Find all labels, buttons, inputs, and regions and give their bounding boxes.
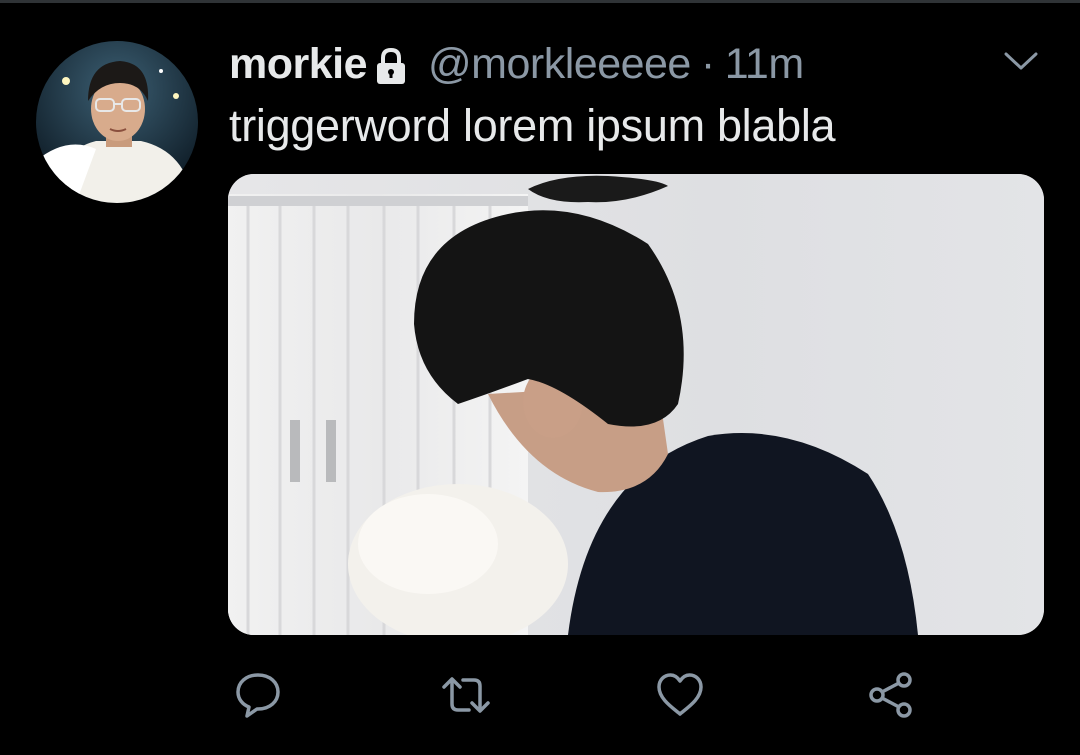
separator-dot: · xyxy=(700,39,715,88)
tweet-media-image[interactable] xyxy=(228,174,1044,635)
avatar[interactable] xyxy=(36,41,198,203)
retweet-button[interactable] xyxy=(441,670,491,720)
share-button[interactable] xyxy=(866,670,916,720)
display-name[interactable]: morkie xyxy=(229,40,368,89)
tweet-header: morkie @morkleeeee · 11m xyxy=(229,40,804,88)
heart-icon xyxy=(657,673,703,716)
tweet-text: triggerword lorem ipsum blabla xyxy=(229,100,836,151)
tweet[interactable]: morkie @morkleeeee · 11m triggerword lor… xyxy=(0,0,1080,755)
timestamp[interactable]: 11m xyxy=(725,40,804,89)
reply-button[interactable] xyxy=(233,670,283,720)
like-button[interactable] xyxy=(655,670,705,720)
retweet-icon xyxy=(442,677,490,713)
chevron-down-icon[interactable] xyxy=(1002,46,1040,76)
share-icon xyxy=(869,672,912,718)
lock-icon xyxy=(374,46,408,86)
user-handle[interactable]: @morkleeeee xyxy=(428,40,691,89)
reply-icon xyxy=(236,673,280,718)
